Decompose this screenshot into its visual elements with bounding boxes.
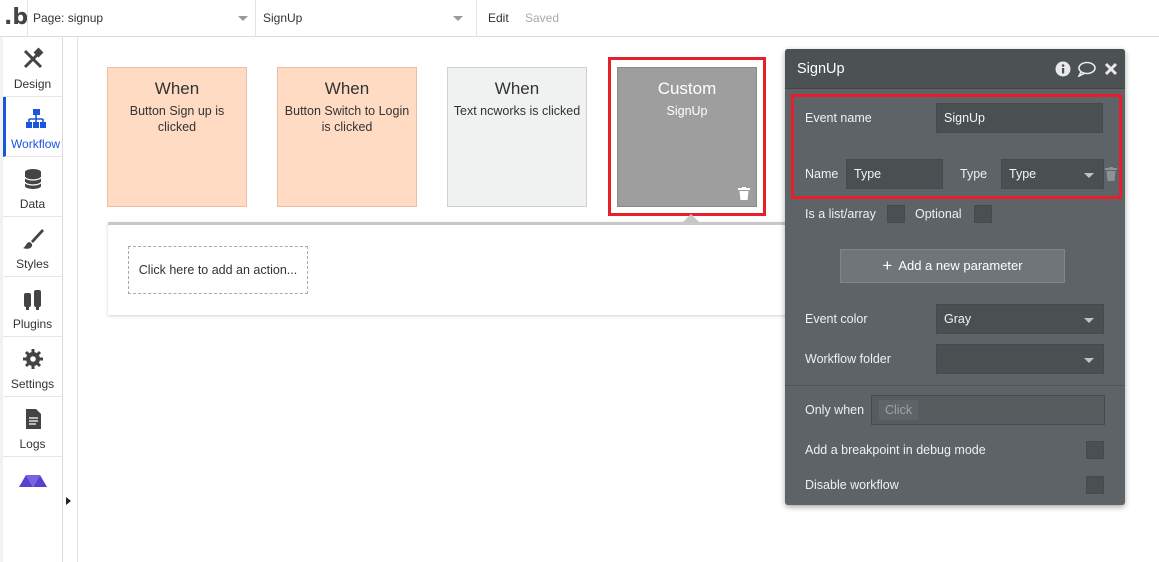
event-card-title: When	[324, 79, 370, 98]
top-bar: .b Page: signup SignUp Edit Saved	[0, 0, 1159, 37]
document-icon	[26, 409, 41, 429]
event-card-switch-login-clicked[interactable]: When Button Switch to Login is clicked	[277, 67, 417, 207]
chevron-down-icon	[1084, 318, 1094, 323]
event-card-title: When	[154, 79, 200, 98]
sidebar: Design Workflow Data Styles Plugins Sett…	[0, 37, 63, 562]
sidebar-item-label: Logs	[19, 437, 46, 451]
event-card-subtitle: Text ncworks is clicked	[453, 104, 581, 118]
chevron-down-icon	[453, 16, 463, 21]
workflow-select-value: SignUp	[263, 11, 303, 25]
highlight-box	[608, 57, 766, 216]
event-color-value: Gray	[944, 312, 972, 326]
database-icon	[24, 169, 42, 189]
page-select-value: Page: signup	[33, 11, 104, 25]
only-when-input[interactable]: Click	[871, 395, 1105, 425]
is-list-label: Is a list/array	[805, 207, 876, 221]
workflow-folder-label: Workflow folder	[805, 352, 891, 366]
sidebar-item-logs[interactable]: Logs	[3, 397, 62, 457]
sidebar-item-workflow[interactable]: Workflow	[3, 97, 62, 157]
optional-checkbox[interactable]	[974, 205, 992, 223]
divider	[476, 0, 477, 37]
sidebar-item-label: Design	[13, 77, 52, 91]
sidebar-item-styles[interactable]: Styles	[3, 217, 62, 277]
only-when-placeholder: Click	[879, 400, 919, 420]
workflow-select[interactable]: SignUp	[263, 0, 463, 37]
selection-pointer	[683, 214, 699, 222]
divider	[255, 0, 256, 37]
sidebar-item-label: Workflow	[10, 137, 61, 151]
event-card-text-clicked[interactable]: When Text ncworks is clicked	[447, 67, 587, 207]
edit-menu[interactable]: Edit	[488, 0, 509, 37]
sidebar-item-label: Plugins	[12, 317, 53, 331]
panel-title: SignUp	[797, 61, 845, 77]
event-color-label: Event color	[805, 312, 868, 326]
event-card-subtitle: Button Switch to Login is clicked	[284, 104, 410, 134]
chevron-down-icon	[1084, 358, 1094, 363]
sidebar-item-label: Styles	[16, 257, 49, 271]
sidebar-item-label: Settings	[10, 377, 55, 391]
divider	[27, 0, 28, 37]
design-icon	[23, 47, 44, 69]
sidebar-item-data[interactable]: Data	[3, 157, 62, 217]
highlight-box	[791, 94, 1122, 199]
chevron-down-icon	[238, 16, 248, 21]
sidebar-item-design[interactable]: Design	[3, 37, 62, 97]
triangles-logo-icon	[19, 475, 47, 487]
sidebar-item-plugins[interactable]: Plugins	[3, 277, 62, 337]
optional-label: Optional	[915, 207, 962, 221]
page-select[interactable]: Page: signup	[33, 0, 248, 37]
brush-icon	[23, 229, 44, 249]
bubble-logo-icon[interactable]: .b	[4, 5, 28, 31]
plus-icon: +	[882, 256, 893, 275]
close-icon[interactable]	[1104, 61, 1118, 77]
only-when-label: Only when	[805, 403, 865, 417]
workflow-icon	[26, 109, 46, 128]
breakpoint-checkbox[interactable]	[1086, 441, 1104, 459]
gear-icon	[23, 349, 43, 369]
info-icon[interactable]	[1055, 61, 1071, 77]
event-card-signup-clicked[interactable]: When Button Sign up is clicked	[107, 67, 247, 207]
add-action-button[interactable]: Click here to add an action...	[128, 246, 308, 294]
divider	[785, 385, 1125, 386]
comment-icon[interactable]	[1077, 61, 1096, 77]
saved-status: Saved	[525, 11, 560, 25]
event-color-select[interactable]: Gray	[936, 304, 1104, 334]
add-parameter-button[interactable]: + Add a new parameter	[840, 249, 1065, 283]
panel-header: SignUp	[785, 49, 1125, 89]
is-list-checkbox[interactable]	[887, 205, 905, 223]
plug-icon	[24, 290, 41, 310]
event-card-subtitle: Button Sign up is clicked	[129, 104, 225, 134]
workflow-folder-select[interactable]	[936, 344, 1104, 374]
sidebar-item-label: Data	[19, 197, 46, 211]
breakpoint-label: Add a breakpoint in debug mode	[805, 443, 986, 457]
add-parameter-label: Add a new parameter	[898, 258, 1023, 273]
sidebar-item-settings[interactable]: Settings	[3, 337, 62, 397]
disable-workflow-label: Disable workflow	[805, 478, 899, 492]
event-card-title: When	[494, 79, 540, 98]
sidebar-item-apps[interactable]	[3, 457, 62, 517]
expand-arrow-icon[interactable]	[66, 497, 71, 505]
disable-workflow-checkbox[interactable]	[1086, 476, 1104, 494]
trash-icon[interactable]	[1105, 167, 1117, 181]
